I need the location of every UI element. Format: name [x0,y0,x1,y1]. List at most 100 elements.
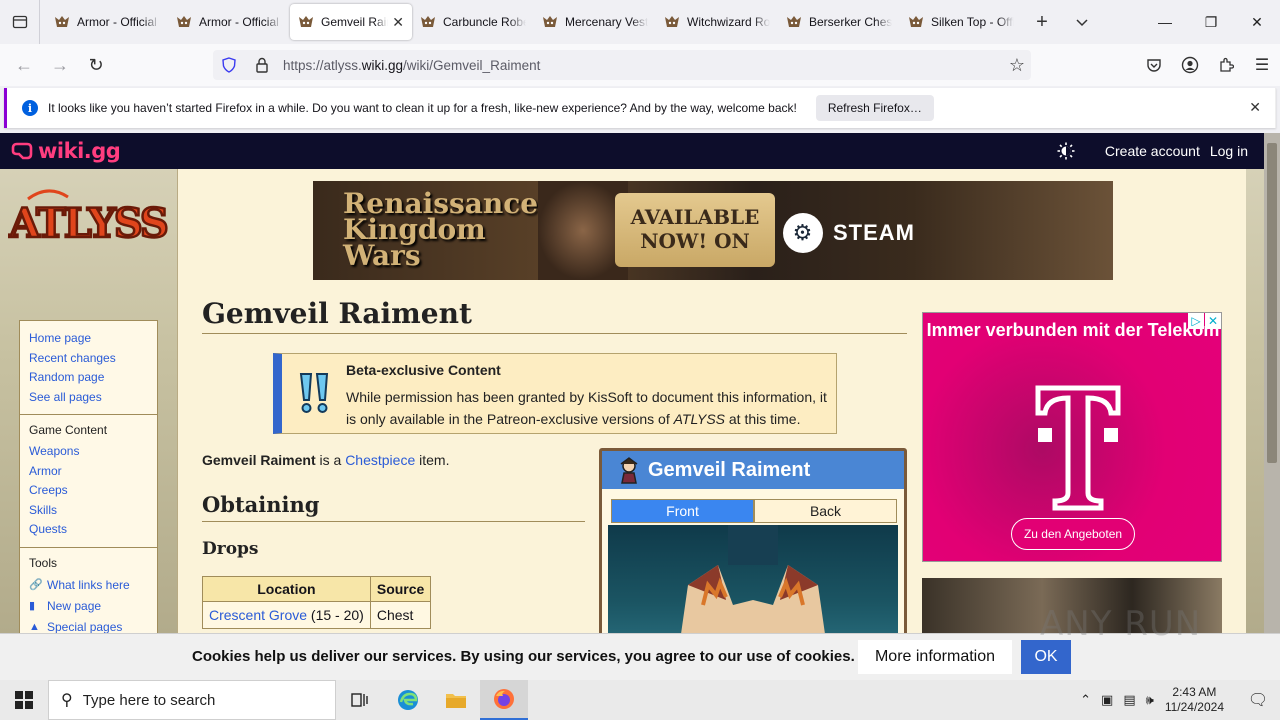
pocket-icon[interactable] [1136,57,1172,73]
special-pages-icon: ▲ [29,620,40,633]
start-button[interactable] [0,680,48,720]
notifications-icon[interactable]: 🗨 [1236,690,1280,710]
sidebar-link[interactable]: See all pages [29,388,148,408]
drops-table: Location Source Crescent Grove (15 - 20)… [202,576,432,629]
list-all-tabs-button[interactable] [1062,0,1102,44]
page-area: ATLYSS Home page Recent changes Random pag… [0,169,1264,633]
tab-strip: Armor - Official ATLYSS WikiArmor - Offi… [0,0,1280,44]
system-tray: ⌃ ▣ ▤ 🕪 2:43 AM 11/24/2024 🗨 [1075,680,1280,720]
section-heading-obtaining: Obtaining [202,492,585,522]
wiki-gg-logo[interactable]: wiki.gg [10,139,121,163]
task-view-icon[interactable] [336,680,384,720]
exclamation-icon [299,373,329,413]
sidebar-link[interactable]: Recent changes [29,349,148,369]
svg-text:ATLYSS: ATLYSS [8,200,167,247]
file-explorer-icon[interactable] [432,680,480,720]
show-hidden-icons-chevron-icon[interactable]: ⌃ [1080,692,1091,708]
sidebar-game-content-link[interactable]: Quests [29,520,148,540]
location-link[interactable]: Crescent Grove [209,607,307,623]
browser-tab[interactable]: Silken Top - Official ATLYSS Wiki [900,4,1022,40]
atlyss-favicon-icon [665,16,679,27]
banner-ad[interactable]: Renaissance Kingdom Wars AVAILABLE NOW! … [313,181,1113,280]
refresh-firefox-button[interactable]: Refresh Firefox… [815,95,934,121]
wiki-gg-logo-icon [11,142,33,160]
theme-toggle-icon[interactable] [1057,142,1075,160]
new-page-link[interactable]: ▮ New page [29,596,148,617]
clock[interactable]: 2:43 AM 11/24/2024 [1165,685,1224,715]
browser-tab[interactable]: Armor - Official ATLYSS Wiki [168,4,290,40]
volume-icon[interactable]: 🕪 [1146,692,1154,708]
chestpiece-link[interactable]: Chestpiece [345,452,415,468]
minimize-button[interactable]: — [1142,0,1188,44]
account-icon[interactable] [1172,56,1208,74]
page-scrollbar[interactable] [1264,133,1280,681]
telekom-ad[interactable]: ▷ ✕ Immer verbunden mit der Telekom Zu d… [922,312,1222,562]
new-page-icon: ▮ [29,599,36,612]
sidebar-main-group: Home page Recent changes Random page See al… [20,321,157,415]
browser-tab[interactable]: Berserker Chestpiece [778,4,900,40]
forward-button[interactable]: → [42,49,78,81]
sidebar-game-content-link[interactable]: Creeps [29,481,148,501]
log-in-link[interactable]: Log in [1210,143,1248,159]
browser-tab[interactable]: Armor - Official ATLYSS Wiki [46,4,168,40]
create-account-link[interactable]: Create account [1105,143,1200,159]
page-title: Gemveil Raiment [202,297,907,334]
toolbar-right: ☰ [1136,44,1280,86]
url-bar[interactable]: https://atlyss.wiki.gg/wiki/Gemveil_Raim… [213,50,1031,80]
browser-tab[interactable]: Mercenary Vest [534,4,656,40]
lock-icon[interactable] [255,57,269,73]
banner-cta: AVAILABLE NOW! ON [615,193,775,267]
scrollbar-thumb[interactable] [1267,143,1277,463]
cookie-text: Cookies help us deliver our services. By… [192,648,855,665]
browser-tab[interactable]: Carbuncle Robe [412,4,534,40]
ad-cta-button[interactable]: Zu den Angeboten [1011,518,1135,550]
intro-paragraph: Gemveil Raiment is a Chestpiece item. [202,452,450,468]
sidebar-game-content-link[interactable]: Weapons [29,442,148,462]
cookie-ok-button[interactable]: OK [1021,640,1071,674]
firefox-view-button[interactable] [0,0,40,44]
sidebar-nav: Home page Recent changes Random page See al… [19,320,158,633]
bookmark-star-icon[interactable]: ☆ [1009,55,1025,76]
game-content-heading: Game Content [29,423,108,437]
more-information-button[interactable]: More information [858,640,1012,674]
restore-button[interactable]: ❐ [1188,0,1234,44]
tools-heading: Tools [29,555,58,570]
taskbar-search[interactable]: ⚲ Type here to search [48,680,336,720]
tab-back[interactable]: Back [754,499,897,523]
browser-tab[interactable]: Witchwizard Robe [656,4,778,40]
column-header-location: Location [202,576,371,602]
sidebar-game-content-link[interactable]: Skills [29,501,148,521]
edge-icon[interactable] [384,680,432,720]
atlyss-logo[interactable]: ATLYSS [8,179,168,269]
sidebar-link[interactable]: Random page [29,368,148,388]
reload-button[interactable]: ↻ [78,49,114,81]
chevron-down-icon [1076,19,1088,27]
device-icon[interactable]: ▣ [1101,692,1113,708]
character-icon [620,457,638,484]
close-window-button[interactable]: ✕ [1234,0,1280,44]
tab-active[interactable]: Gemveil Raiment✕ [290,4,412,40]
infobox-title: Gemveil Raiment [648,458,811,481]
new-tab-button[interactable]: + [1022,0,1062,44]
extensions-icon[interactable] [1208,57,1244,73]
firefox-view-icon [12,15,27,29]
special-pages-link[interactable]: ▲ Special pages [29,617,148,634]
close-notification-icon[interactable]: ✕ [1249,99,1261,116]
infobox-header: Gemveil Raiment [602,451,904,489]
item-infobox: Gemveil Raiment Front Back [599,448,907,633]
close-tab-icon[interactable]: ✕ [392,14,404,31]
firefox-taskbar-icon[interactable] [480,680,528,720]
table-row: Crescent Grove (15 - 20) Chest [202,601,432,629]
menu-icon[interactable]: ☰ [1244,55,1280,75]
beta-notice: Beta-exclusive Content While permission … [273,353,837,434]
notification-message: It looks like you haven’t started Firefo… [48,101,797,115]
sidebar-game-content-link[interactable]: Armor [29,462,148,482]
firefox-notification-bar: i It looks like you haven’t started Fire… [4,88,1276,128]
tracking-protection-icon[interactable] [221,57,237,73]
sidebar-link[interactable]: Home page [29,329,148,349]
what-links-here-link[interactable]: 🔗 What links here [29,575,148,596]
clock-time: 2:43 AM [1172,685,1217,699]
tab-front[interactable]: Front [611,499,754,523]
network-icon[interactable]: ▤ [1123,692,1135,708]
back-button[interactable]: ← [6,49,42,81]
